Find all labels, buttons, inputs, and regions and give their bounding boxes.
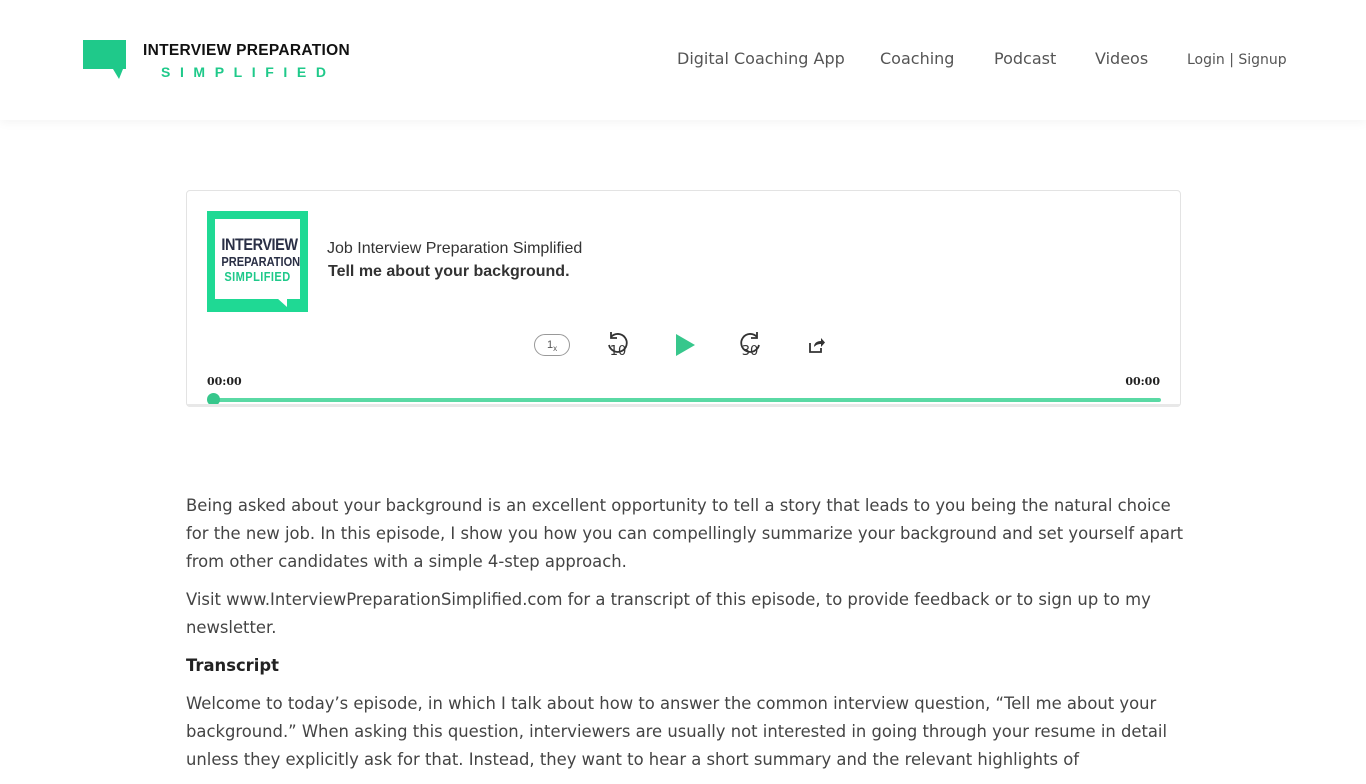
share-button[interactable]	[807, 336, 825, 354]
share-icon	[809, 338, 825, 353]
login-signup-link[interactable]: Login | Signup	[1187, 52, 1287, 68]
player-controls: 1x 10 30	[187, 331, 1180, 361]
nav-podcast[interactable]: Podcast	[994, 49, 1056, 68]
site-logo[interactable]: INTERVIEW PREPARATION SIMPLIFIED	[83, 40, 350, 80]
play-button[interactable]	[674, 333, 696, 357]
nav-videos[interactable]: Videos	[1095, 49, 1148, 68]
cover-speech-bubble: INTERVIEW PREPARATION SIMPLIFIED	[215, 219, 300, 299]
cover-line-1: INTERVIEW	[221, 235, 298, 254]
podcast-cover-art: INTERVIEW PREPARATION SIMPLIFIED	[207, 211, 308, 312]
speech-bubble-icon	[83, 40, 127, 80]
player-bottom-border	[187, 404, 1180, 407]
total-time: 00:00	[1125, 375, 1160, 388]
forward-seconds: 30	[742, 344, 759, 359]
nav-coaching[interactable]: Coaching	[880, 49, 954, 68]
rewind-seconds: 10	[610, 344, 627, 359]
rewind-icon: 10	[608, 332, 628, 359]
logo-title: INTERVIEW PREPARATION	[143, 42, 350, 59]
current-time: 00:00	[207, 375, 242, 388]
fast-forward-icon: 30	[740, 332, 760, 359]
episode-description: Being asked about your background is an …	[186, 492, 1186, 784]
speed-suffix: x	[553, 344, 558, 354]
cover-bubble-tail	[277, 298, 287, 307]
rewind-10-button[interactable]: 10	[605, 331, 631, 359]
nav-digital-coaching-app[interactable]: Digital Coaching App	[677, 49, 845, 68]
visit-paragraph: Visit www.InterviewPreparationSimplified…	[186, 590, 1151, 637]
cover-line-3: SIMPLIFIED	[224, 269, 291, 284]
transcript-paragraph: Welcome to today’s episode, in which I t…	[186, 694, 1168, 769]
podcast-player: INTERVIEW PREPARATION SIMPLIFIED Job Int…	[186, 190, 1181, 407]
intro-paragraph: Being asked about your background is an …	[186, 496, 1184, 571]
progress-track[interactable]	[213, 398, 1161, 402]
cover-line-2: PREPARATION	[221, 254, 301, 269]
transcript-heading: Transcript	[186, 656, 279, 675]
play-icon	[676, 334, 695, 356]
episode-title: Tell me about your background.	[328, 263, 570, 280]
show-title: Job Interview Preparation Simplified	[327, 240, 583, 257]
forward-30-button[interactable]: 30	[737, 331, 763, 359]
site-header: INTERVIEW PREPARATION SIMPLIFIED Digital…	[0, 0, 1366, 120]
logo-subtitle: SIMPLIFIED	[161, 64, 336, 80]
playback-speed-button[interactable]: 1x	[534, 334, 570, 356]
logo-text: INTERVIEW PREPARATION SIMPLIFIED	[143, 42, 350, 80]
